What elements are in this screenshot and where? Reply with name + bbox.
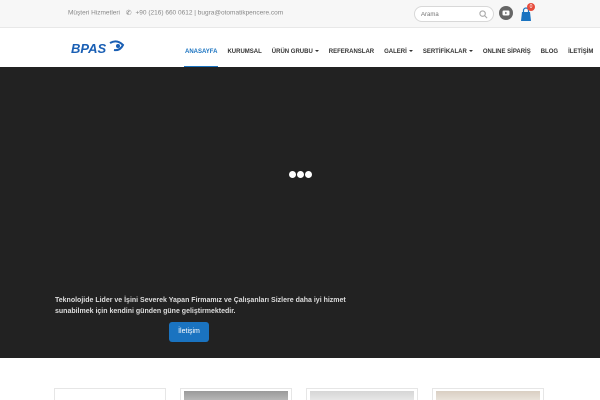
- loader-dot: [289, 171, 296, 178]
- product-thumbnail: [184, 391, 288, 400]
- youtube-button[interactable]: [499, 6, 513, 20]
- youtube-icon: [502, 10, 510, 16]
- search-icon[interactable]: [479, 10, 488, 19]
- product-thumbnail: [436, 391, 540, 400]
- bpas-logo[interactable]: BPAS: [70, 37, 126, 59]
- product-card[interactable]: [180, 388, 292, 400]
- phone-number[interactable]: +90 (216) 660 0612: [136, 10, 193, 17]
- product-card[interactable]: [432, 388, 544, 400]
- nav-item-online-siparis[interactable]: ONLINE SİPARİŞ: [478, 28, 536, 67]
- caret-down-icon: [408, 50, 413, 53]
- nav-item-kurumsal[interactable]: KURUMSAL: [222, 28, 266, 67]
- top-bar: Müşteri Hizmetleri ✆ +90 (216) 660 0612 …: [0, 0, 600, 28]
- loader-dot: [297, 171, 304, 178]
- product-thumbnail: [58, 391, 162, 400]
- logo-text: BPAS: [71, 41, 106, 56]
- nav-item-urun-grubu[interactable]: ÜRÜN GRUBU: [267, 28, 324, 67]
- product-thumbnail: [310, 391, 414, 400]
- product-card[interactable]: [54, 388, 166, 400]
- main-nav: ANASAYFA KURUMSAL ÜRÜN GRUBU REFERANSLAR…: [180, 28, 598, 67]
- product-card[interactable]: [306, 388, 418, 400]
- nav-item-sertifikalar[interactable]: SERTİFİKALAR: [418, 28, 478, 67]
- hero-caption: Teknolojide Lider ve İşini Severek Yapan…: [55, 297, 346, 315]
- contact-info: Müşteri Hizmetleri ✆ +90 (216) 660 0612 …: [68, 9, 283, 18]
- email-link[interactable]: bugra@otomatikpencere.com: [198, 10, 283, 17]
- nav-item-anasayfa[interactable]: ANASAYFA: [180, 28, 222, 67]
- main-header: BPAS ANASAYFA KURUMSAL ÜRÜN GRUBU REFERA…: [0, 28, 600, 67]
- phone-icon: ✆: [125, 10, 132, 17]
- caret-down-icon: [314, 50, 319, 53]
- loader-dot: [305, 171, 312, 178]
- hero-slider: Teknolojide Lider ve İşini Severek Yapan…: [0, 67, 600, 358]
- nav-item-galeri[interactable]: GALERİ: [379, 28, 418, 67]
- caret-down-icon: [468, 50, 473, 53]
- nav-item-blog[interactable]: BLOG: [536, 28, 563, 67]
- search-input[interactable]: [421, 9, 479, 20]
- customer-service-label: Müşteri Hizmetleri: [68, 9, 121, 17]
- nav-item-referanslar[interactable]: REFERANSLAR: [324, 28, 379, 67]
- loading-indicator: [289, 171, 312, 178]
- contact-button[interactable]: İletişim: [169, 322, 209, 342]
- cart-count-badge: 0: [527, 3, 535, 11]
- search-box: [414, 6, 494, 22]
- nav-item-iletisim[interactable]: İLETİŞİM: [563, 28, 598, 67]
- product-cards: [0, 358, 600, 400]
- separator: |: [194, 9, 196, 17]
